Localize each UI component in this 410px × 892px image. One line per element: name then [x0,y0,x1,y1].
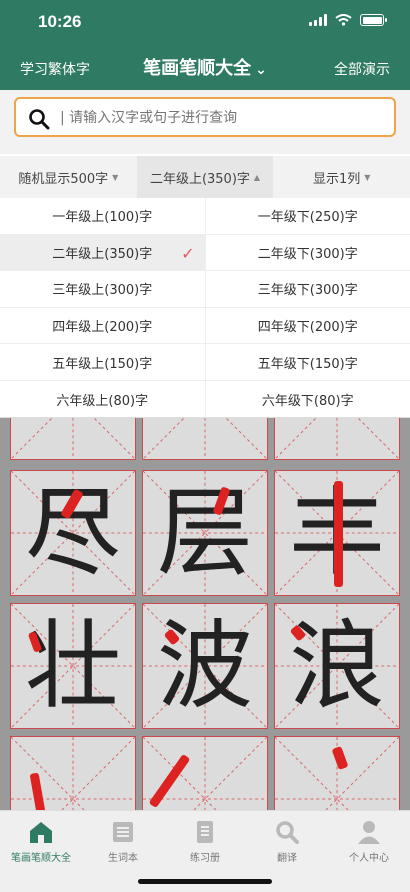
character-card[interactable] [10,736,136,810]
random-filter[interactable]: 随机显示500字 ▼ [0,156,137,198]
triangle-up-icon: ▲ [253,172,261,182]
character-glyph: 波 [157,610,253,722]
dropdown-row: 一年级上(100)字 一年级下(250)字 [0,198,410,235]
grade-option[interactable]: 一年级下(250)字 [206,198,410,234]
battery-icon [360,14,387,26]
search-icon [29,109,50,130]
dropdown-row: 三年级上(300)字 三年级下(300)字 [0,271,410,308]
dropdown-row: 五年级上(150)字 五年级下(150)字 [0,344,410,381]
chevron-down-icon: ⌄ [255,62,267,78]
stroke-highlight [334,481,343,587]
character-glyph: 层 [157,477,253,589]
grade-filter[interactable]: 二年级上(350)字 ▲ [136,156,274,198]
character-card[interactable] [142,736,268,810]
character-card[interactable] [10,418,136,460]
triangle-down-icon: ▼ [364,172,371,182]
page-title-text: 笔画笔顺大全 [143,58,252,79]
status-icons [309,14,387,26]
tab-label: 个人中心 [349,853,389,864]
grade-option[interactable]: 三年级下(300)字 [206,271,410,307]
dropdown-row: 六年级上(80)字 六年级下(80)字 [0,380,410,418]
character-card[interactable]: 层 [142,470,268,596]
grid-guide [143,418,267,459]
checkmark-icon: ✓ [181,243,195,263]
character-card[interactable]: 丰 [274,470,400,596]
character-card[interactable]: 壮 [10,603,136,729]
grade-dropdown: 一年级上(100)字 一年级下(250)字 二年级上(350)字 ✓ 二年级下(… [0,198,410,418]
tab-label: 翻译 [277,853,297,864]
grade-option[interactable]: 四年级下(200)字 [206,308,410,344]
tab-label: 生词本 [108,853,138,864]
search-box[interactable] [14,97,396,137]
character-glyph: 浪 [289,610,385,722]
grade-option[interactable]: 六年级上(80)字 [0,380,206,418]
tab-label: 练习册 [190,853,220,864]
app-header: 10:26 学习繁体字 笔画笔顺大全 ⌄ 全部演示 [0,0,410,90]
search-area [0,90,410,154]
grade-option[interactable]: 三年级上(300)字 [0,271,206,307]
grade-option[interactable]: 四年级上(200)字 [0,307,206,344]
grade-filter-label: 二年级上(350)字 [149,171,250,187]
character-card[interactable]: 尽 [10,470,136,596]
character-glyph: 壮 [25,610,121,722]
grade-option[interactable]: 一年级上(100)字 [0,198,206,234]
character-grid: 尽 层 丰 壮 波 浪 [0,418,410,810]
columns-filter-label: 显示1列 [312,171,361,187]
grid-guide [275,418,399,459]
grade-option[interactable]: 五年级上(150)字 [0,344,206,380]
dropdown-row: 四年级上(200)字 四年级下(200)字 [0,307,410,345]
character-card[interactable]: 波 [142,603,268,729]
grade-option-selected[interactable]: 二年级上(350)字 ✓ [0,234,206,271]
character-card[interactable] [274,736,400,810]
character-card[interactable]: 浪 [274,603,400,729]
play-all-button[interactable]: 全部演示 [334,59,390,79]
magnifier-icon [276,821,299,844]
random-filter-label: 随机显示500字 [18,171,109,187]
home-icon [30,822,52,843]
book-list-icon [113,822,133,842]
dropdown-row: 二年级上(350)字 ✓ 二年级下(300)字 [0,234,410,272]
columns-filter[interactable]: 显示1列 ▼ [273,156,410,198]
tab-label: 笔画笔顺大全 [11,853,71,864]
search-input[interactable] [60,108,380,128]
tab-stroke-order[interactable]: 笔画笔顺大全 [0,811,82,892]
grade-option[interactable]: 六年级下(80)字 [206,381,410,418]
notebook-icon [197,821,213,843]
triangle-down-icon: ▼ [112,172,119,182]
grade-option[interactable]: 五年级下(150)字 [206,344,410,380]
grade-option[interactable]: 二年级下(300)字 [206,235,410,271]
status-bar: 10:26 [0,0,410,44]
grade-option-label: 二年级上(350)字 [52,246,153,262]
tab-profile[interactable]: 个人中心 [328,811,410,892]
status-time: 10:26 [38,12,82,31]
filter-bar: 随机显示500字 ▼ 二年级上(350)字 ▲ 显示1列 ▼ [0,156,410,198]
home-indicator [138,879,272,884]
character-card[interactable] [142,418,268,460]
user-icon [358,821,380,844]
character-card[interactable] [274,418,400,460]
grid-guide [11,737,135,810]
grid-guide [11,418,135,459]
signal-icon [309,14,327,26]
wifi-icon [335,14,352,26]
